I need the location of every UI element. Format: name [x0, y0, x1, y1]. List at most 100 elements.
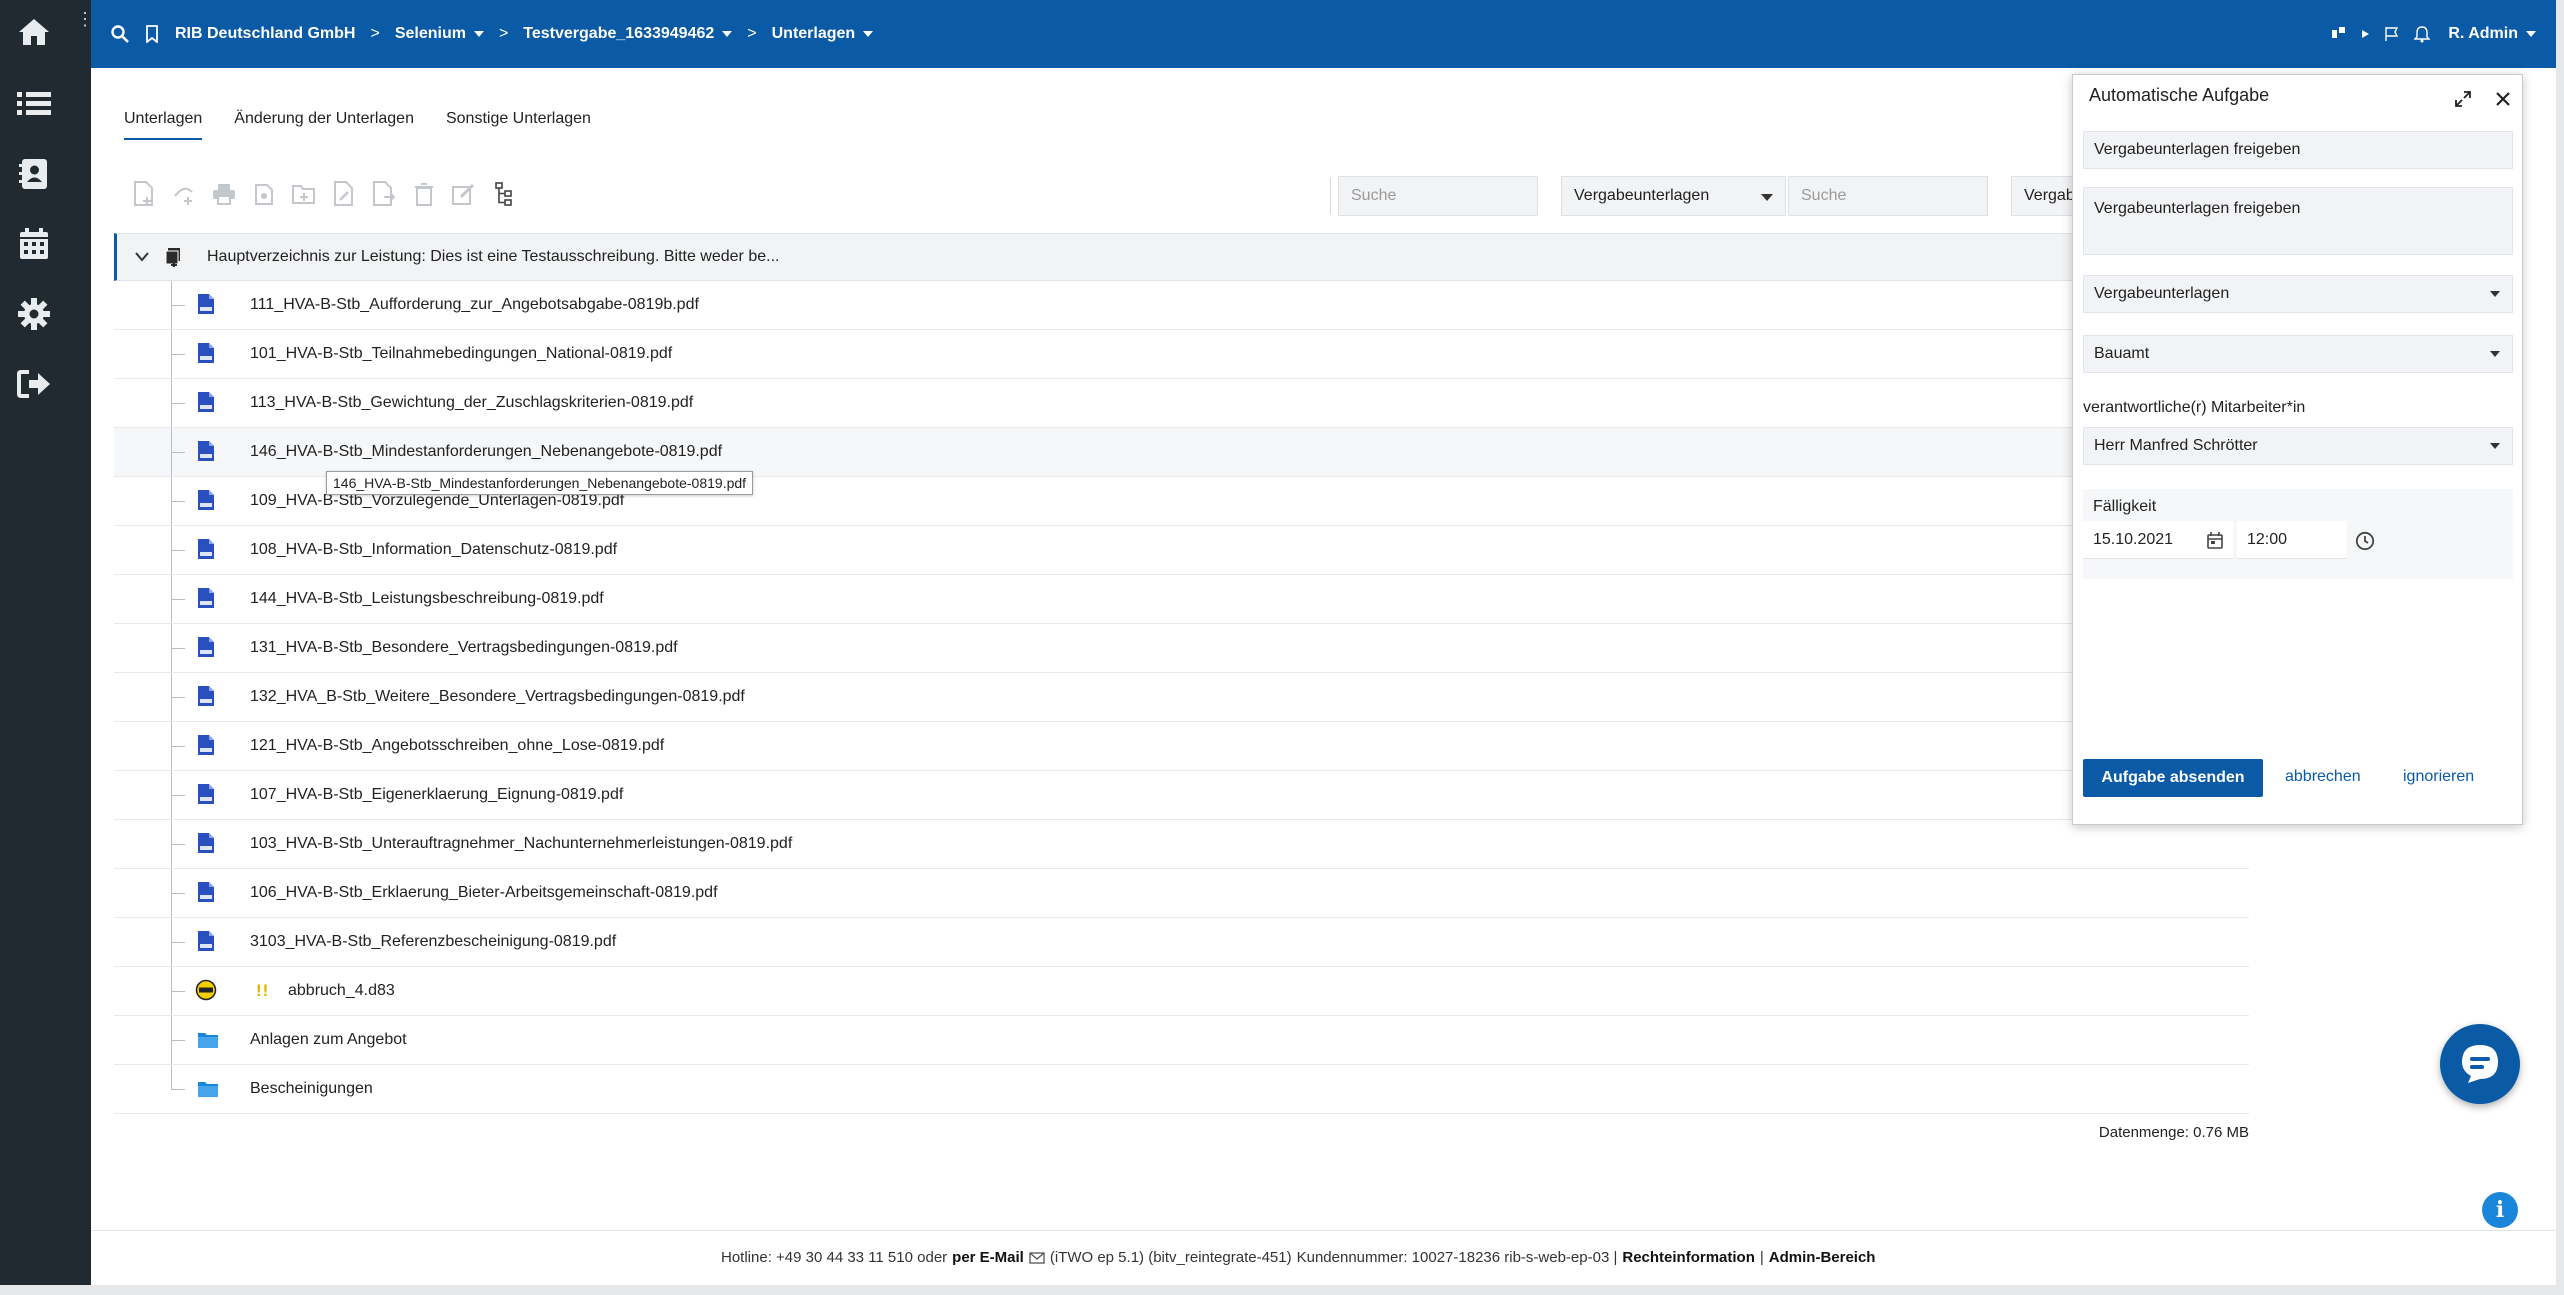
pdf-file-icon: [197, 391, 219, 415]
chat-button[interactable]: [2440, 1024, 2520, 1104]
email-link[interactable]: per E-Mail: [952, 1249, 1024, 1266]
file-row[interactable]: 108_HVA-B-Stb_Information_Datenschutz-08…: [114, 526, 2249, 575]
tree-connector: [171, 1065, 172, 1089]
folder-row[interactable]: Anlagen zum Angebot: [114, 1016, 2249, 1065]
upload-document-icon[interactable]: [370, 180, 398, 208]
file-row[interactable]: 144_HVA-B-Stb_Leistungsbeschreibung-0819…: [114, 575, 2249, 624]
delete-icon[interactable]: [410, 180, 438, 208]
file-row[interactable]: 121_HVA-B-Stb_Angebotsschreiben_ohne_Los…: [114, 722, 2249, 771]
footer: Hotline: +49 30 44 33 11 510 oder per E-…: [91, 1230, 2556, 1285]
pdf-file-icon: [197, 832, 219, 856]
info-button[interactable]: i: [2482, 1192, 2518, 1228]
file-row[interactable]: 146_HVA-B-Stb_Mindestanforderungen_Neben…: [114, 428, 2249, 477]
file-name: Anlagen zum Angebot: [250, 1031, 407, 1048]
calendar-icon[interactable]: [2207, 532, 2223, 549]
file-name: 106_HVA-B-Stb_Erklaerung_Bieter-Arbeitsg…: [250, 884, 718, 901]
copy-document-icon[interactable]: [250, 180, 278, 208]
chevron-down-icon: [473, 31, 484, 37]
file-row[interactable]: 113_HVA-B-Stb_Gewichtung_der_Zuschlagskr…: [114, 379, 2249, 428]
due-time-field[interactable]: 12:00: [2237, 521, 2347, 559]
file-row[interactable]: 111_HVA-B-Stb_Aufforderung_zur_Angebotsa…: [114, 281, 2249, 330]
close-icon[interactable]: [2491, 87, 2515, 111]
file-row[interactable]: 106_HVA-B-Stb_Erklaerung_Bieter-Arbeitsg…: [114, 869, 2249, 918]
file-name: 121_HVA-B-Stb_Angebotsschreiben_ohne_Los…: [250, 737, 665, 754]
breadcrumb-separator: >: [498, 25, 509, 42]
file-name: 103_HVA-B-Stb_Unterauftragnehmer_Nachunt…: [250, 835, 793, 852]
tabs: Unterlagen Änderung der Unterlagen Sonst…: [124, 104, 591, 140]
footer-text: Hotline: +49 30 44 33 11 510 oder per E-…: [721, 1249, 1875, 1266]
chevron-down-icon: [1761, 194, 1773, 201]
bell-icon[interactable]: [2414, 25, 2431, 43]
user-menu[interactable]: R. Admin: [2448, 25, 2536, 43]
clock-icon[interactable]: [2355, 531, 2375, 551]
home-icon[interactable]: [16, 14, 52, 50]
responsible-dropdown[interactable]: Herr Manfred Schrötter: [2083, 427, 2513, 465]
calendar-icon[interactable]: [16, 226, 52, 262]
secondary-search-input[interactable]: [1788, 176, 1988, 216]
pdf-file-icon: [197, 636, 219, 660]
file-name: 3103_HVA-B-Stb_Referenzbescheinigung-081…: [250, 933, 617, 950]
search-input[interactable]: [1338, 176, 1538, 216]
arrow-right-icon[interactable]: [2360, 29, 2370, 39]
file-name: 107_HVA-B-Stb_Eigenerklaerung_Eignung-08…: [250, 786, 624, 803]
add-link-icon[interactable]: [170, 180, 198, 208]
file-row[interactable]: 101_HVA-B-Stb_Teilnahmebedingungen_Natio…: [114, 330, 2249, 379]
breadcrumb-documents[interactable]: Unterlagen: [772, 25, 874, 43]
new-document-icon[interactable]: [130, 180, 158, 208]
file-row[interactable]: 132_HVA_B-Stb_Weitere_Besondere_Vertrags…: [114, 673, 2249, 722]
logout-icon[interactable]: [16, 366, 52, 402]
submit-task-button[interactable]: Aufgabe absenden: [2083, 759, 2263, 797]
share-icon[interactable]: [2332, 27, 2346, 41]
list-icon[interactable]: [16, 86, 52, 122]
flag-icon[interactable]: [2384, 26, 2400, 42]
legal-link[interactable]: Rechteinformation: [1622, 1249, 1755, 1266]
tree-connector: [171, 991, 185, 992]
breadcrumb-company[interactable]: RIB Deutschland GmbH: [175, 25, 355, 43]
pdf-file-icon: [197, 440, 219, 464]
tree-connector: [171, 746, 185, 747]
category-select[interactable]: Vergabeunterlagen: [1561, 176, 1786, 216]
automatic-task-dialog: Automatische Aufgabe Vergabeunterlagen f…: [2072, 74, 2523, 825]
rename-icon[interactable]: [450, 180, 478, 208]
tree-connector: [171, 893, 185, 894]
expand-icon[interactable]: [2451, 87, 2475, 111]
add-folder-icon[interactable]: [290, 180, 318, 208]
breadcrumb-tender[interactable]: Testvergabe_1633949462: [523, 25, 733, 43]
data-size: Datenmenge: 0.76 MB: [2098, 1124, 2249, 1141]
file-name: Bescheinigungen: [250, 1080, 373, 1097]
description-field[interactable]: Vergabeunterlagen freigeben: [2083, 187, 2513, 255]
ignore-button[interactable]: ignorieren: [2403, 768, 2474, 786]
bookmark-icon[interactable]: [145, 25, 159, 43]
tab-documents[interactable]: Unterlagen: [124, 104, 203, 140]
breadcrumb-project[interactable]: Selenium: [395, 25, 484, 43]
search-icon[interactable]: [111, 25, 129, 43]
tree-structure-icon[interactable]: [490, 180, 518, 208]
edit-document-icon[interactable]: [330, 180, 358, 208]
tree-connector: [171, 844, 185, 845]
gear-icon[interactable]: [16, 296, 52, 332]
file-row[interactable]: 103_HVA-B-Stb_Unterauftragnehmer_Nachunt…: [114, 820, 2249, 869]
due-date-field[interactable]: 15.10.2021: [2083, 521, 2233, 559]
folder-row[interactable]: Bescheinigungen: [114, 1065, 2249, 1114]
cancel-button[interactable]: abbrechen: [2285, 768, 2361, 786]
third-select[interactable]: Vergab: [2011, 176, 2081, 216]
tab-other-documents[interactable]: Sonstige Unterlagen: [446, 104, 591, 140]
chat-icon: [2462, 1045, 2498, 1083]
chevron-down-icon[interactable]: [135, 252, 149, 262]
tree-root[interactable]: Hauptverzeichnis zur Leistung: Dies ist …: [114, 233, 2249, 281]
file-row[interactable]: !! abbruch_4.d83: [114, 967, 2249, 1016]
toolbar-divider: [1330, 178, 1331, 214]
filename-tooltip: 146_HVA-B-Stb_Mindestanforderungen_Neben…: [326, 471, 754, 495]
tree-connector: [171, 697, 185, 698]
file-row[interactable]: 131_HVA-B-Stb_Besondere_Vertragsbedingun…: [114, 624, 2249, 673]
subject-field[interactable]: Vergabeunterlagen freigeben: [2083, 131, 2513, 169]
department-dropdown[interactable]: Bauamt: [2083, 335, 2513, 373]
admin-link[interactable]: Admin-Bereich: [1769, 1249, 1876, 1266]
file-name: 113_HVA-B-Stb_Gewichtung_der_Zuschlagskr…: [250, 394, 694, 411]
print-icon[interactable]: [210, 180, 238, 208]
tab-document-changes[interactable]: Änderung der Unterlagen: [234, 104, 414, 140]
contacts-icon[interactable]: [16, 156, 52, 192]
file-row[interactable]: 107_HVA-B-Stb_Eigenerklaerung_Eignung-08…: [114, 771, 2249, 820]
file-row[interactable]: 3103_HVA-B-Stb_Referenzbescheinigung-081…: [114, 918, 2249, 967]
category-dropdown[interactable]: Vergabeunterlagen: [2083, 275, 2513, 313]
